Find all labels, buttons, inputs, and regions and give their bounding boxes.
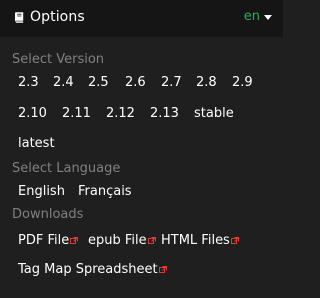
select-version-heading: Select Version: [12, 52, 105, 67]
downloads-heading: Downloads: [12, 207, 84, 222]
external-link-icon: [147, 237, 156, 245]
version-link-stable[interactable]: stable: [194, 105, 234, 123]
version-link-2-7[interactable]: 2.7: [161, 74, 182, 92]
html-files-download-link[interactable]: HTML Files: [161, 232, 239, 250]
version-link-2-12[interactable]: 2.12: [106, 105, 135, 123]
external-link-icon: [158, 266, 167, 274]
options-title-group: Options: [14, 7, 85, 27]
version-link-2-13[interactable]: 2.13: [150, 105, 179, 123]
book-icon: [14, 11, 25, 24]
language-link-english[interactable]: English: [18, 183, 65, 201]
version-link-2-6[interactable]: 2.6: [125, 74, 146, 92]
version-link-2-4[interactable]: 2.4: [53, 74, 74, 92]
version-link-2-10[interactable]: 2.10: [18, 105, 47, 123]
version-link-latest[interactable]: latest: [18, 135, 55, 153]
external-link-icon: [230, 237, 239, 245]
version-link-2-8[interactable]: 2.8: [196, 74, 217, 92]
options-panel: Options en Select Version 2.3 2.4 2.5 2.…: [0, 0, 283, 298]
options-header: Options en: [0, 0, 283, 37]
tag-map-spreadsheet-download-label: Tag Map Spreadsheet: [18, 262, 158, 277]
version-link-2-11[interactable]: 2.11: [62, 105, 91, 123]
version-link-2-3[interactable]: 2.3: [18, 74, 39, 92]
external-link-icon: [70, 237, 79, 245]
epub-download-label: epub File: [88, 233, 147, 248]
language-link-francais[interactable]: Français: [78, 183, 132, 201]
html-files-download-label: HTML Files: [161, 233, 230, 248]
tag-map-spreadsheet-download-link[interactable]: Tag Map Spreadsheet: [18, 261, 167, 279]
pdf-download-link[interactable]: PDF File: [18, 232, 79, 250]
current-language: en: [243, 9, 260, 24]
pdf-download-label: PDF File: [18, 233, 70, 248]
language-menu-toggle[interactable]: en: [244, 8, 272, 26]
caret-down-icon: [264, 15, 272, 20]
version-link-2-5[interactable]: 2.5: [88, 74, 109, 92]
select-language-heading: Select Language: [12, 161, 121, 176]
options-title: Options: [30, 9, 85, 25]
version-link-2-9[interactable]: 2.9: [232, 74, 253, 92]
epub-download-link[interactable]: epub File: [88, 232, 156, 250]
